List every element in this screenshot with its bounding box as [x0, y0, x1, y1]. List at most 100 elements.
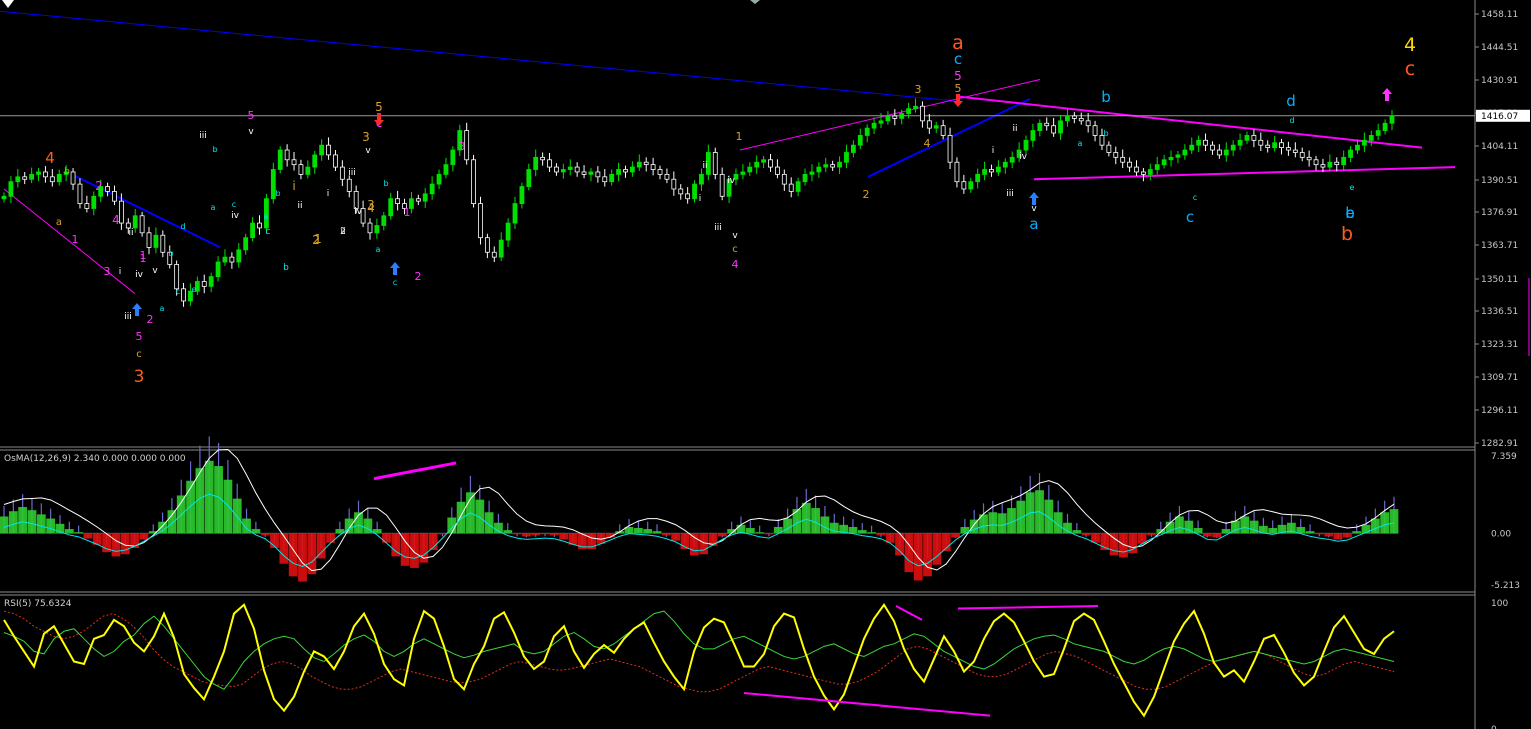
axis-tick-label: 1323.31	[1481, 340, 1518, 350]
candle-body	[112, 191, 117, 202]
candle-body	[443, 164, 449, 175]
candle-body	[1292, 149, 1298, 153]
osma-bar	[1175, 516, 1184, 534]
osma-bar	[111, 533, 121, 557]
candle-body	[885, 115, 891, 122]
candle-body	[913, 105, 918, 110]
candle-body	[15, 176, 21, 183]
chart-canvas[interactable]: 4ba12341iiiiiiiv v5c321abcdeabc53iiiivvbi…	[0, 0, 1531, 729]
osma-bar	[74, 532, 84, 534]
wave-label: ii	[702, 161, 707, 171]
candle-body	[1244, 135, 1250, 141]
wave-label: b	[383, 179, 388, 188]
candle-body	[1210, 144, 1215, 151]
axis-tick-label: 1444.51	[1481, 43, 1518, 53]
candle-body	[326, 144, 331, 156]
wave-label: b	[168, 249, 173, 258]
candle-body	[1341, 156, 1347, 166]
candle-body	[319, 144, 325, 156]
wave-label: v	[152, 266, 158, 276]
wave-label: 4	[45, 149, 55, 167]
candle-body	[484, 237, 490, 253]
candle-body	[933, 125, 939, 129]
candle-body	[312, 154, 318, 168]
candle-body	[816, 166, 822, 173]
osma-bar	[904, 533, 914, 573]
candle-body	[926, 120, 932, 129]
candle-body	[795, 181, 801, 192]
candle-body	[857, 135, 863, 146]
osma-bar	[531, 533, 541, 536]
candle-body	[1078, 118, 1084, 122]
candle-body	[643, 161, 649, 166]
candle-body	[284, 149, 290, 161]
candle-body	[1009, 156, 1015, 163]
candle-body	[436, 173, 442, 185]
wave-label: 2	[147, 313, 154, 326]
osma-bar	[1333, 533, 1343, 540]
wave-label: b	[1341, 223, 1353, 245]
candle-body	[146, 232, 152, 248]
candle-body	[1168, 156, 1174, 161]
wave-label: iv	[135, 270, 144, 280]
candle-body	[671, 178, 677, 190]
osma-bar	[1296, 526, 1306, 534]
candle-body	[602, 176, 608, 183]
candle-body	[1251, 135, 1257, 141]
osma-bar	[1156, 529, 1166, 534]
candle-body	[1051, 125, 1057, 134]
candle-body	[478, 203, 483, 239]
candle-body	[1313, 159, 1319, 166]
candle-body	[105, 186, 110, 192]
osma-bar	[1044, 499, 1054, 534]
candle-body	[754, 161, 760, 168]
wave-label: 4	[1404, 34, 1416, 56]
wave-label: 3	[362, 130, 370, 144]
osma-bar	[671, 533, 681, 541]
candle-body	[989, 169, 994, 173]
candle-body	[395, 198, 401, 204]
wave-label: iv	[231, 211, 240, 221]
wave-label: i	[699, 194, 702, 204]
candle-body	[1071, 115, 1077, 119]
osma-bar	[400, 533, 410, 566]
wave-label: 3	[134, 367, 145, 387]
wave-label: a	[160, 304, 165, 313]
osma-bar	[298, 533, 307, 582]
osma-bar	[83, 533, 93, 539]
osma-bar	[8, 511, 18, 534]
candle-body	[809, 171, 815, 175]
candle-body	[954, 161, 960, 183]
candle-body	[1272, 142, 1278, 149]
candle-body	[174, 264, 180, 290]
osma-bar	[801, 502, 811, 534]
candle-body	[160, 234, 166, 253]
candle-body	[139, 215, 145, 234]
wave-label: a	[1078, 139, 1083, 148]
axis-tick-label: 1282.91	[1481, 439, 1518, 449]
axis-tick-label: 1309.71	[1481, 373, 1518, 383]
candle-body	[22, 176, 28, 180]
candle-body	[588, 171, 594, 175]
osma-bar	[326, 533, 335, 543]
candle-body	[837, 161, 842, 168]
candle-body	[616, 169, 621, 175]
candle-body	[1134, 166, 1139, 173]
wave-label: a	[1029, 215, 1038, 233]
osma-bar	[36, 514, 46, 534]
candle-body	[664, 173, 670, 180]
wave-label: b	[64, 167, 70, 177]
candle-body	[692, 183, 697, 200]
osma-axis-label: -5.213	[1491, 581, 1520, 591]
candle-body	[118, 200, 124, 224]
wave-label: 4	[924, 137, 931, 150]
osma-bar	[811, 508, 821, 534]
wave-label: 5	[955, 82, 962, 95]
candle-body	[505, 222, 511, 241]
candle-body	[719, 173, 725, 197]
candle-body	[899, 113, 905, 119]
wave-label: 5	[954, 69, 962, 83]
osma-bar	[689, 533, 699, 556]
candle-body	[1058, 120, 1063, 134]
candle-body	[560, 169, 566, 173]
